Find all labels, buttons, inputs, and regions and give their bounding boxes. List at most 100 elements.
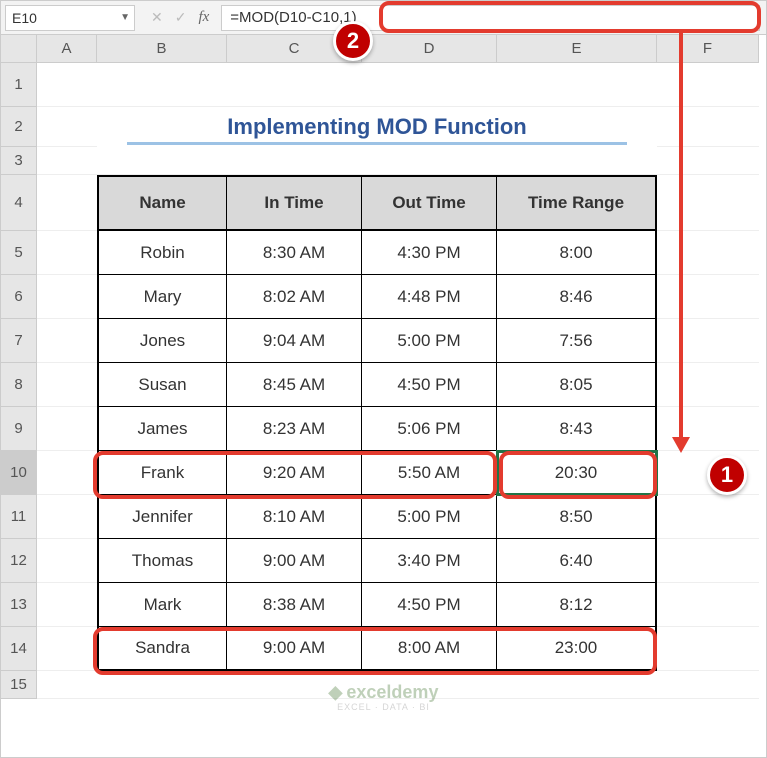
cell[interactable] xyxy=(497,63,657,107)
cell-out[interactable]: 5:06 PM xyxy=(362,407,497,451)
row-header-15[interactable]: 15 xyxy=(1,671,37,699)
cell[interactable] xyxy=(657,319,759,363)
cell-range[interactable]: 6:40 xyxy=(497,539,657,583)
cell-range[interactable]: 8:43 xyxy=(497,407,657,451)
cell-name[interactable]: Sandra xyxy=(97,627,227,671)
cell-range[interactable]: 8:00 xyxy=(497,231,657,275)
cell-in[interactable]: 8:10 AM xyxy=(227,495,362,539)
cell[interactable] xyxy=(657,147,759,175)
row-header-5[interactable]: 5 xyxy=(1,231,37,275)
cell[interactable] xyxy=(97,671,227,699)
cell[interactable] xyxy=(37,407,97,451)
row-header-3[interactable]: 3 xyxy=(1,147,37,175)
name-box[interactable]: E10 ▼ xyxy=(5,5,135,31)
cell-name[interactable]: Mary xyxy=(97,275,227,319)
row-header-6[interactable]: 6 xyxy=(1,275,37,319)
cell-in[interactable]: 8:30 AM xyxy=(227,231,362,275)
cell-range[interactable]: 8:46 xyxy=(497,275,657,319)
cell[interactable] xyxy=(37,107,97,147)
row-header-13[interactable]: 13 xyxy=(1,583,37,627)
fx-icon[interactable]: fx xyxy=(198,9,209,26)
table-header-out[interactable]: Out Time xyxy=(362,175,497,231)
cell[interactable] xyxy=(657,175,759,231)
cell[interactable] xyxy=(37,63,97,107)
cell-range[interactable]: 8:05 xyxy=(497,363,657,407)
cell[interactable] xyxy=(657,583,759,627)
cell[interactable] xyxy=(657,627,759,671)
cell-name[interactable]: Frank xyxy=(97,451,227,495)
cell[interactable] xyxy=(37,495,97,539)
cell-out[interactable]: 5:50 AM xyxy=(362,451,497,495)
cell-in[interactable]: 8:45 AM xyxy=(227,363,362,407)
cell-name[interactable]: Jennifer xyxy=(97,495,227,539)
cell[interactable] xyxy=(657,107,759,147)
cell-in[interactable]: 8:23 AM xyxy=(227,407,362,451)
cell-out[interactable]: 8:00 AM xyxy=(362,627,497,671)
cell[interactable] xyxy=(37,583,97,627)
cell[interactable] xyxy=(362,671,497,699)
cell-range[interactable]: 8:12 xyxy=(497,583,657,627)
table-header-range[interactable]: Time Range xyxy=(497,175,657,231)
cell-name[interactable]: James xyxy=(97,407,227,451)
formula-input[interactable]: =MOD(D10-C10,1) xyxy=(221,5,760,31)
cell-in[interactable]: 8:02 AM xyxy=(227,275,362,319)
cell[interactable] xyxy=(37,671,97,699)
cell[interactable] xyxy=(37,627,97,671)
dropdown-arrow-icon[interactable]: ▼ xyxy=(120,12,130,23)
cell-out[interactable]: 3:40 PM xyxy=(362,539,497,583)
row-header-1[interactable]: 1 xyxy=(1,63,37,107)
cell-range[interactable]: 8:50 xyxy=(497,495,657,539)
corner-cell[interactable] xyxy=(1,35,37,63)
cell[interactable] xyxy=(37,175,97,231)
row-header-14[interactable]: 14 xyxy=(1,627,37,671)
cell-range[interactable]: 23:00 xyxy=(497,627,657,671)
cancel-icon[interactable]: ✕ xyxy=(151,9,163,26)
cell-out[interactable]: 4:30 PM xyxy=(362,231,497,275)
table-header-in[interactable]: In Time xyxy=(227,175,362,231)
cell-name[interactable]: Mark xyxy=(97,583,227,627)
cell-in[interactable]: 8:38 AM xyxy=(227,583,362,627)
cell-in[interactable]: 9:00 AM xyxy=(227,539,362,583)
row-header-11[interactable]: 11 xyxy=(1,495,37,539)
row-header-10[interactable]: 10 xyxy=(1,451,37,495)
cell[interactable] xyxy=(37,231,97,275)
cell-in[interactable]: 9:00 AM xyxy=(227,627,362,671)
col-header-D[interactable]: D xyxy=(362,35,497,63)
cell[interactable] xyxy=(657,671,759,699)
cell-in[interactable]: 9:04 AM xyxy=(227,319,362,363)
row-header-2[interactable]: 2 xyxy=(1,107,37,147)
row-header-9[interactable]: 9 xyxy=(1,407,37,451)
cell-out[interactable]: 4:50 PM xyxy=(362,583,497,627)
cell[interactable] xyxy=(657,275,759,319)
cell[interactable] xyxy=(227,147,362,175)
cell[interactable] xyxy=(97,63,227,107)
cell-out[interactable]: 5:00 PM xyxy=(362,319,497,363)
cell[interactable] xyxy=(227,63,362,107)
cell[interactable] xyxy=(37,451,97,495)
table-header-name[interactable]: Name xyxy=(97,175,227,231)
cell[interactable] xyxy=(227,671,362,699)
cell-out[interactable]: 5:00 PM xyxy=(362,495,497,539)
cell[interactable] xyxy=(37,319,97,363)
cell[interactable] xyxy=(657,539,759,583)
cell-name[interactable]: Susan xyxy=(97,363,227,407)
cell-name[interactable]: Thomas xyxy=(97,539,227,583)
enter-icon[interactable]: ✓ xyxy=(175,9,187,26)
col-header-F[interactable]: F xyxy=(657,35,759,63)
cell[interactable] xyxy=(497,147,657,175)
cell[interactable] xyxy=(657,495,759,539)
cell-name[interactable]: Robin xyxy=(97,231,227,275)
cell[interactable] xyxy=(37,275,97,319)
row-header-7[interactable]: 7 xyxy=(1,319,37,363)
cell[interactable] xyxy=(362,147,497,175)
cell-in[interactable]: 9:20 AM xyxy=(227,451,362,495)
col-header-A[interactable]: A xyxy=(37,35,97,63)
cell[interactable] xyxy=(497,671,657,699)
col-header-E[interactable]: E xyxy=(497,35,657,63)
col-header-B[interactable]: B xyxy=(97,35,227,63)
row-header-4[interactable]: 4 xyxy=(1,175,37,231)
cell[interactable] xyxy=(362,63,497,107)
cell[interactable] xyxy=(97,147,227,175)
cell[interactable] xyxy=(37,147,97,175)
row-header-8[interactable]: 8 xyxy=(1,363,37,407)
